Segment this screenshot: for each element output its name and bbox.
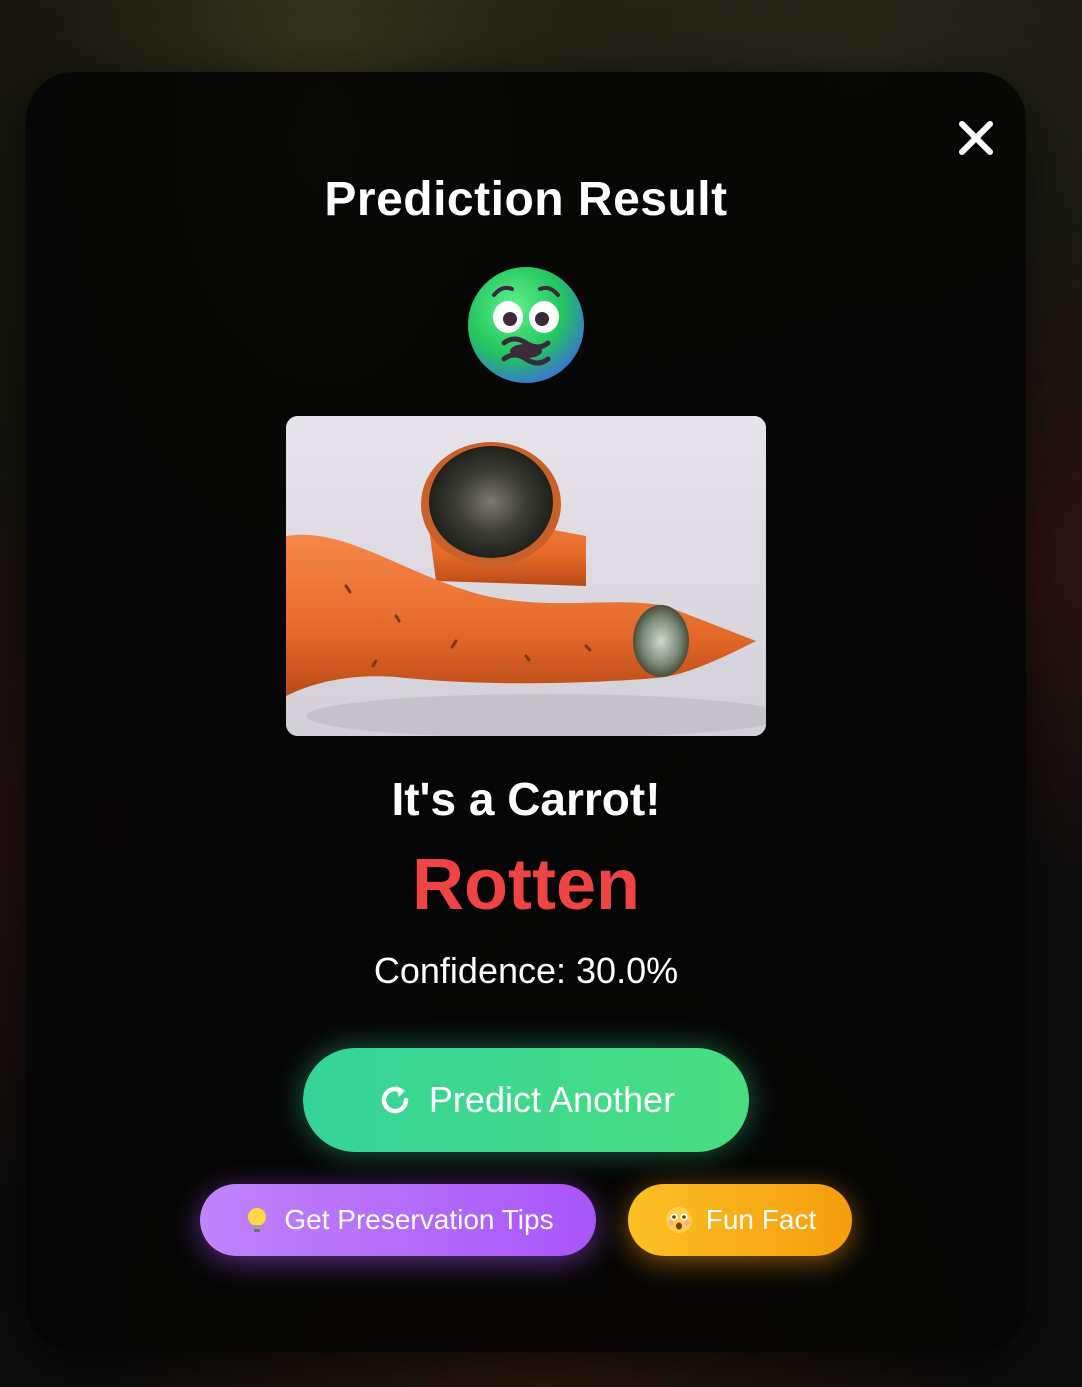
fun-fact-button[interactable]: Fun Fact [628, 1184, 852, 1256]
nauseated-face-icon [468, 267, 584, 383]
astonished-face-icon [665, 1207, 692, 1233]
fun-fact-label: Fun Fact [705, 1204, 817, 1235]
preservation-tips-button[interactable]: Get Preservation Tips [200, 1184, 596, 1256]
carrot-image [286, 416, 766, 736]
rotten-carrot-photo [286, 416, 766, 736]
prediction-result-modal: Prediction Result It's a Carrot! Rotten … [26, 72, 1026, 1352]
close-icon [959, 121, 993, 155]
confidence-text: Confidence: 30.0% [373, 950, 679, 991]
predict-another-label: Predict Another [428, 1079, 676, 1120]
predict-another-button[interactable]: Predict Another [303, 1048, 749, 1152]
modal-title: Prediction Result [324, 173, 728, 226]
close-button[interactable] [956, 118, 996, 158]
prediction-status: Rotten [412, 845, 640, 925]
lightbulb-icon [248, 1208, 267, 1232]
preservation-tips-label: Get Preservation Tips [284, 1204, 554, 1235]
prediction-item-label: It's a Carrot! [391, 773, 661, 825]
refresh-icon [381, 1086, 409, 1114]
